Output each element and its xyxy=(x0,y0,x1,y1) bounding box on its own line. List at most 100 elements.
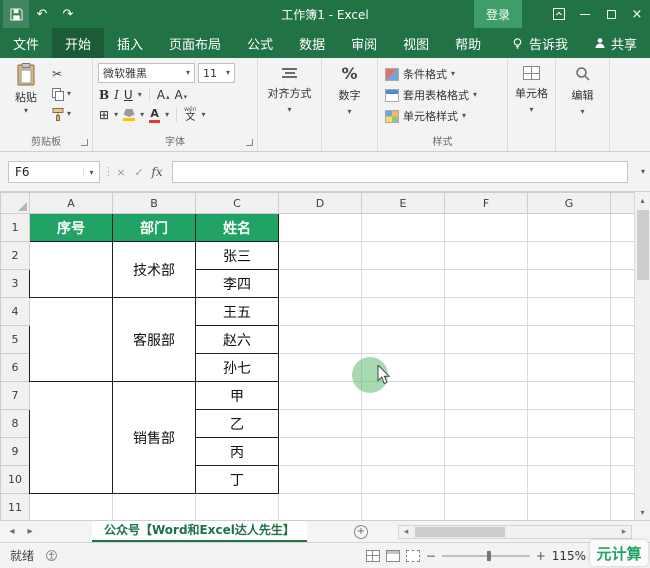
cell-b1[interactable]: 部门 xyxy=(113,214,196,242)
row-header-3[interactable]: 3 xyxy=(1,270,30,298)
vertical-scrollbar[interactable]: ▴ ▾ xyxy=(634,192,650,520)
number-button[interactable]: % 数字 ▾ xyxy=(322,66,377,116)
cell-c5[interactable]: 赵六 xyxy=(196,326,279,354)
zoom-slider[interactable] xyxy=(442,555,530,557)
cell-f4[interactable] xyxy=(445,298,528,326)
borders-dropdown-icon[interactable]: ▾ xyxy=(114,111,118,119)
enter-button[interactable]: ✓ xyxy=(130,161,148,183)
cell-g8[interactable] xyxy=(528,410,611,438)
paste-button[interactable]: 粘贴 ▾ xyxy=(6,63,46,127)
cell-e9[interactable] xyxy=(362,438,445,466)
bold-button[interactable]: B xyxy=(99,89,109,101)
copy-button[interactable]: ▾ xyxy=(52,87,71,101)
cell-e10[interactable] xyxy=(362,466,445,494)
cell-d9[interactable] xyxy=(279,438,362,466)
page-break-view-icon[interactable] xyxy=(406,550,420,562)
cell-partial[interactable] xyxy=(611,298,635,326)
undo-button[interactable]: ↶ xyxy=(29,0,55,28)
cell-d5[interactable] xyxy=(279,326,362,354)
cell-d11[interactable] xyxy=(279,494,362,521)
select-all-corner[interactable] xyxy=(1,193,30,214)
new-sheet-button[interactable]: + xyxy=(354,525,368,539)
cell-b2-merged[interactable]: 技术部 xyxy=(113,242,196,298)
close-button[interactable]: × xyxy=(624,0,650,28)
redo-button[interactable]: ↷ xyxy=(55,0,81,28)
cell-partial[interactable] xyxy=(611,242,635,270)
cell-g3[interactable] xyxy=(528,270,611,298)
cell-f2[interactable] xyxy=(445,242,528,270)
fill-color-button[interactable] xyxy=(123,109,135,121)
font-dialog-launcher[interactable] xyxy=(246,139,253,146)
cell-partial[interactable] xyxy=(611,214,635,242)
vertical-scrollbar-thumb[interactable] xyxy=(637,210,649,280)
cell-d3[interactable] xyxy=(279,270,362,298)
col-header-f[interactable]: F xyxy=(445,193,528,214)
cell-partial[interactable] xyxy=(611,438,635,466)
col-header-a[interactable]: A xyxy=(30,193,113,214)
cell-g7[interactable] xyxy=(528,382,611,410)
row-header-11[interactable]: 11 xyxy=(1,494,30,521)
cell-d6[interactable] xyxy=(279,354,362,382)
maximize-button[interactable] xyxy=(598,0,624,28)
underline-dropdown-icon[interactable]: ▾ xyxy=(138,91,142,99)
cell-e3[interactable] xyxy=(362,270,445,298)
name-box-dropdown-icon[interactable]: ▾ xyxy=(83,168,99,177)
cell-e6[interactable] xyxy=(362,354,445,382)
cell-g4[interactable] xyxy=(528,298,611,326)
row-header-4[interactable]: 4 xyxy=(1,298,30,326)
copy-dropdown-icon[interactable]: ▾ xyxy=(67,90,71,98)
cell-a11[interactable] xyxy=(30,494,113,521)
cell-f3[interactable] xyxy=(445,270,528,298)
conditional-formatting-button[interactable]: 条件格式 ▾ xyxy=(385,65,455,83)
cell-d7[interactable] xyxy=(279,382,362,410)
col-header-b[interactable]: B xyxy=(113,193,196,214)
cell-g1[interactable] xyxy=(528,214,611,242)
sheet-table[interactable]: A B C D E F G 1 序号 部门 姓名 xyxy=(0,192,635,520)
cancel-button[interactable]: × xyxy=(112,161,130,183)
phonetic-dropdown-icon[interactable]: ▾ xyxy=(202,111,206,119)
cell-d2[interactable] xyxy=(279,242,362,270)
cell-e1[interactable] xyxy=(362,214,445,242)
row-header-10[interactable]: 10 xyxy=(1,466,30,494)
tab-home[interactable]: 开始 xyxy=(52,28,104,58)
format-painter-button[interactable]: ▾ xyxy=(52,107,71,121)
row-header-9[interactable]: 9 xyxy=(1,438,30,466)
scroll-up-icon[interactable]: ▴ xyxy=(635,192,650,208)
cell-e2[interactable] xyxy=(362,242,445,270)
decrease-font-button[interactable]: A▾ xyxy=(174,89,187,101)
paste-dropdown-icon[interactable]: ▾ xyxy=(24,107,28,115)
clipboard-dialog-launcher[interactable] xyxy=(81,139,88,146)
minimize-button[interactable] xyxy=(572,0,598,28)
cell-a1[interactable]: 序号 xyxy=(30,214,113,242)
scroll-left-icon[interactable]: ◂ xyxy=(399,527,413,537)
zoom-slider-thumb[interactable] xyxy=(487,551,491,561)
tab-insert[interactable]: 插入 xyxy=(104,28,156,58)
tab-page-layout[interactable]: 页面布局 xyxy=(156,28,234,58)
italic-button[interactable]: I xyxy=(114,89,119,101)
cut-button[interactable]: ✂ xyxy=(52,67,71,81)
sheet-nav-right-icon[interactable]: ▸ xyxy=(22,521,38,543)
cell-partial[interactable] xyxy=(611,354,635,382)
cell-partial[interactable] xyxy=(611,410,635,438)
cell-a4-merged[interactable] xyxy=(30,298,113,382)
normal-view-icon[interactable] xyxy=(366,550,380,562)
formula-input[interactable] xyxy=(172,161,628,183)
borders-button[interactable]: ⊞ xyxy=(99,109,109,121)
sheet-tab[interactable]: 公众号【Word和Excel达人先生】 xyxy=(92,521,307,542)
cell-f7[interactable] xyxy=(445,382,528,410)
cell-f9[interactable] xyxy=(445,438,528,466)
format-as-table-button[interactable]: 套用表格格式 ▾ xyxy=(385,86,477,104)
cell-c4[interactable]: 王五 xyxy=(196,298,279,326)
cell-b4-merged[interactable]: 客服部 xyxy=(113,298,196,382)
cell-e5[interactable] xyxy=(362,326,445,354)
cell-d4[interactable] xyxy=(279,298,362,326)
zoom-in-button[interactable]: + xyxy=(536,549,546,563)
cell-c3[interactable]: 李四 xyxy=(196,270,279,298)
cell-c2[interactable]: 张三 xyxy=(196,242,279,270)
share-button[interactable]: 共享 xyxy=(581,28,650,58)
insert-function-button[interactable]: fx xyxy=(148,161,166,183)
tab-data[interactable]: 数据 xyxy=(286,28,338,58)
font-color-button[interactable]: A xyxy=(149,108,160,123)
sheet-nav-left-icon[interactable]: ◂ xyxy=(4,521,20,543)
cell-partial[interactable] xyxy=(611,270,635,298)
